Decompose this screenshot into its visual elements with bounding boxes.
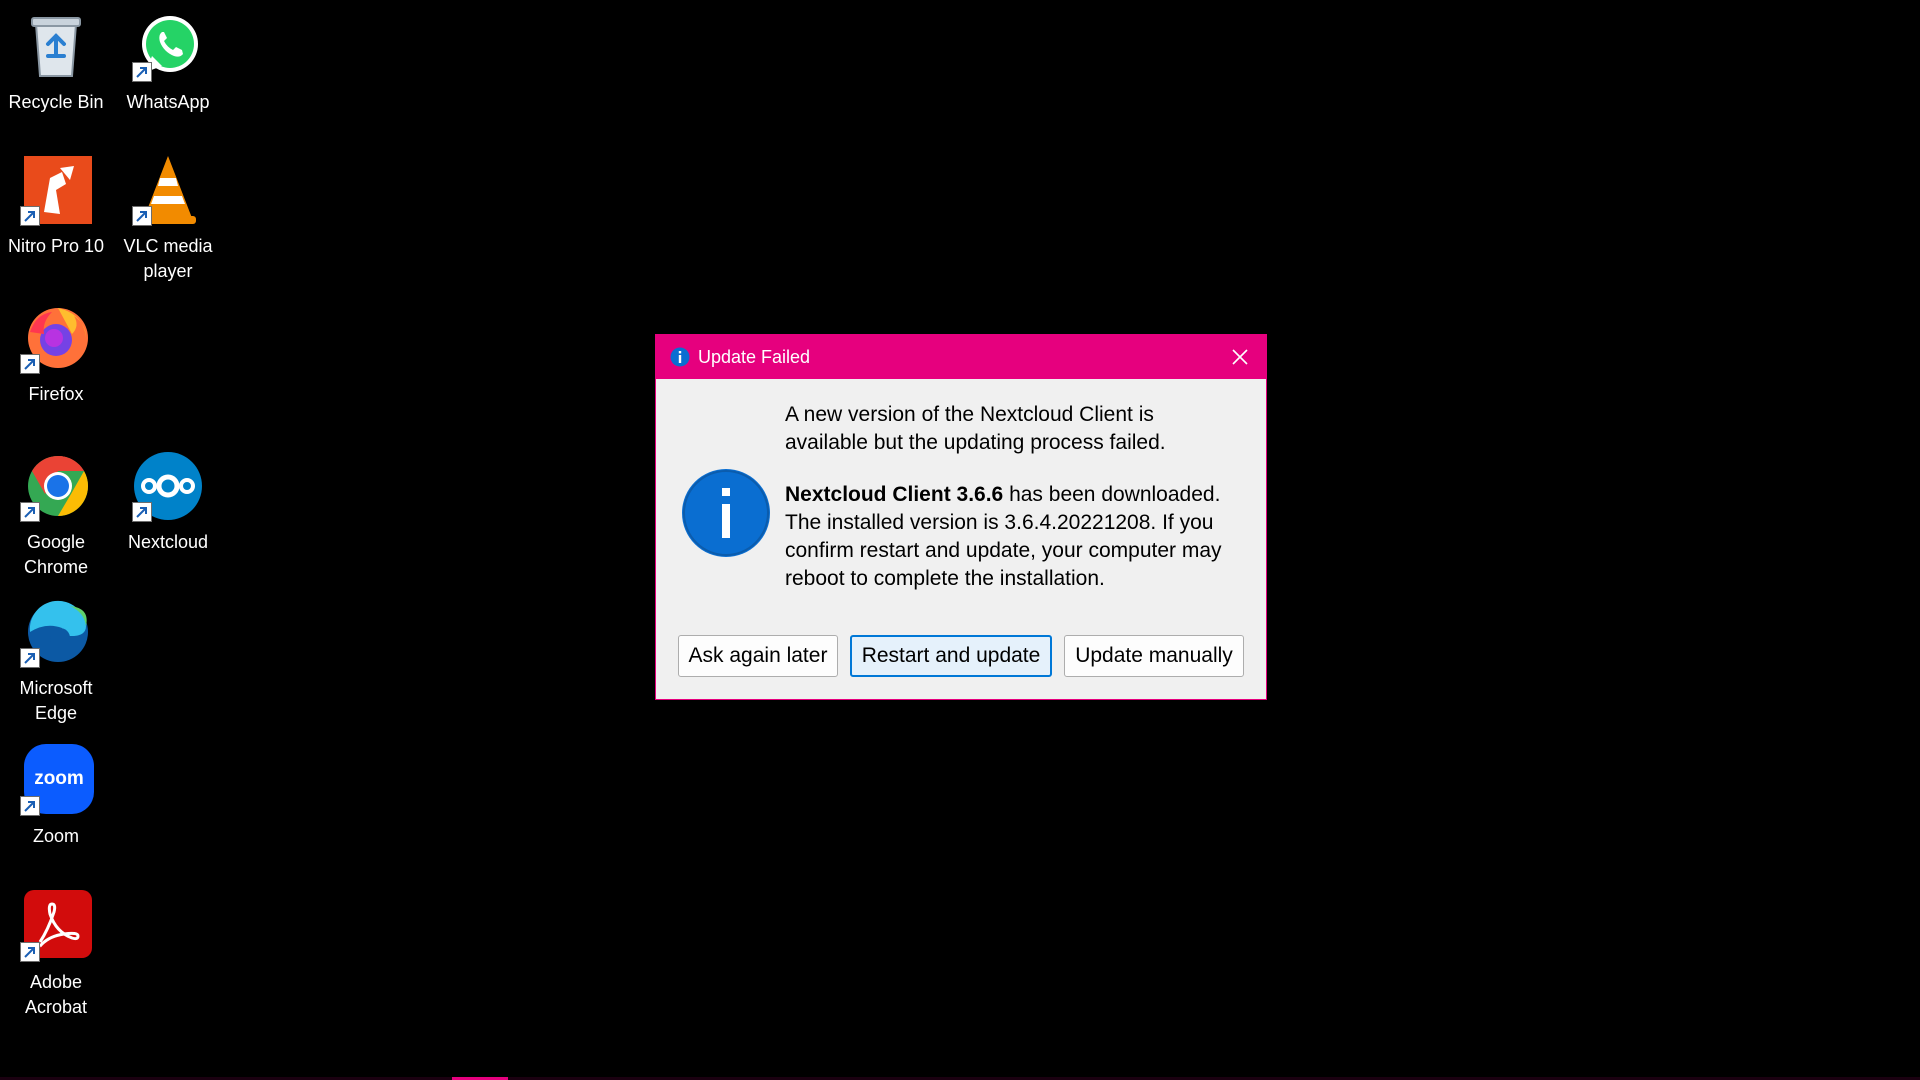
shortcut-arrow-icon [20,354,40,374]
shortcut-arrow-icon [20,796,40,816]
desktop-icon-nitro-pro[interactable]: Nitro Pro 10 [0,154,112,259]
acrobat-icon [20,890,92,962]
firefox-icon [20,302,92,374]
recycle-bin-icon [20,10,92,82]
shortcut-arrow-icon [132,62,152,82]
desktop-icon-label: Microsoft Edge [19,678,93,723]
zoom-logo-text: zoom [34,768,84,789]
desktop-icon-label: Nextcloud [127,532,209,552]
desktop-icon-zoom[interactable]: zoom Zoom [0,744,112,849]
desktop-icon-label: VLC media player [123,236,213,281]
chrome-icon [20,450,92,522]
desktop-icon-label: Google Chrome [23,532,89,577]
desktop-icon-edge[interactable]: Microsoft Edge [0,596,112,726]
info-large-icon [682,469,770,557]
product-version: Nextcloud Client 3.6.6 [785,483,1004,506]
ask-again-later-button[interactable]: Ask again later [678,635,838,677]
message-failure-text: A new version of the Nextcloud Client is… [785,403,1166,454]
desktop-icon-label: Firefox [28,384,84,404]
dialog-titlebar[interactable]: Update Failed [656,335,1266,379]
desktop-icon-recycle-bin[interactable]: Recycle Bin [0,10,112,115]
close-icon [1232,349,1248,365]
desktop-icon-label: Nitro Pro 10 [7,236,105,256]
desktop-icon-label: Zoom [32,826,79,846]
desktop-icon-vlc[interactable]: VLC media player [112,154,224,284]
shortcut-arrow-icon [20,502,40,522]
update-failed-dialog: Update Failed A new version of the Nextc… [655,334,1267,700]
nitro-pro-icon [20,154,92,226]
desktop-icon-acrobat[interactable]: Adobe Acrobat [0,890,112,1020]
dialog-title: Update Failed [698,346,811,367]
info-icon [670,347,690,367]
desktop-icon-chrome[interactable]: Google Chrome [0,450,112,580]
desktop-icon-label: Recycle Bin [8,92,104,112]
nextcloud-icon [132,450,204,522]
edge-icon [20,596,92,668]
shortcut-arrow-icon [132,206,152,226]
dialog-message: A new version of the Nextcloud Client is… [785,401,1225,593]
desktop-icon-whatsapp[interactable]: WhatsApp [112,10,224,115]
desktop-icon-firefox[interactable]: Firefox [0,302,112,407]
vlc-icon [132,154,204,226]
shortcut-arrow-icon [20,942,40,962]
zoom-icon: zoom [20,744,94,816]
shortcut-arrow-icon [20,206,40,226]
update-manually-button[interactable]: Update manually [1064,635,1244,677]
desktop-icon-nextcloud[interactable]: Nextcloud [112,450,224,555]
shortcut-arrow-icon [20,648,40,668]
whatsapp-icon [132,10,204,82]
message-details: Nextcloud Client 3.6.6 has been download… [785,481,1225,593]
desktop-icon-label: WhatsApp [126,92,210,112]
shortcut-arrow-icon [132,502,152,522]
desktop-icon-label: Adobe Acrobat [24,972,88,1017]
close-button[interactable] [1214,335,1266,379]
restart-and-update-button[interactable]: Restart and update [850,635,1052,677]
